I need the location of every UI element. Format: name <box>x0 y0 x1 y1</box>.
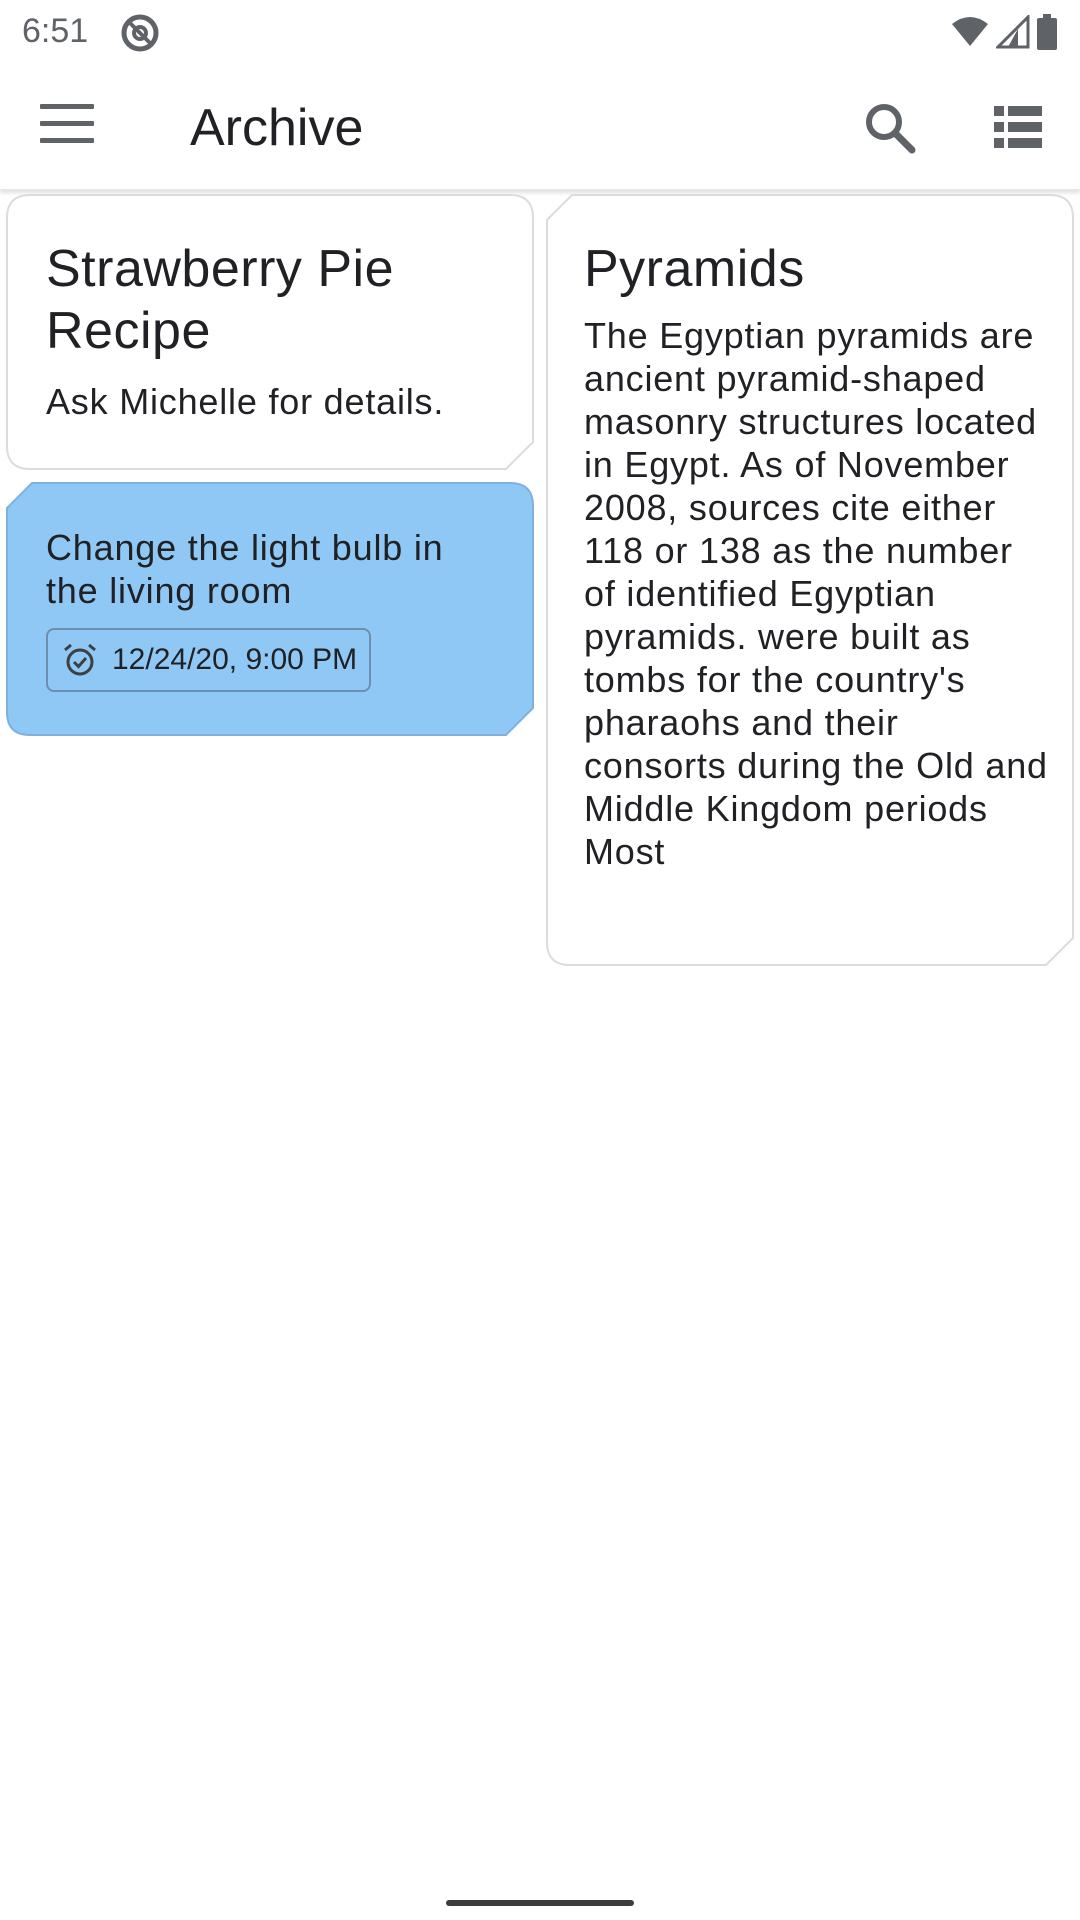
status-time: 6:51 <box>22 12 89 50</box>
note-card[interactable]: Strawberry Pie Recipe Ask Michelle for d… <box>6 194 534 470</box>
note-body: Ask Michelle for details. <box>46 381 445 422</box>
gesture-nav-handle[interactable] <box>446 1900 634 1906</box>
menu-button[interactable] <box>40 104 94 150</box>
signal-icon <box>996 15 1030 49</box>
wifi-icon <box>952 17 988 46</box>
note-title: Pyramids <box>584 240 805 298</box>
dnd-icon <box>121 14 159 52</box>
search-button[interactable] <box>862 100 918 156</box>
app-bar: Archive <box>0 64 1080 190</box>
note-card[interactable]: Pyramids The Egyptian pyramids are ancie… <box>546 194 1074 966</box>
note-title: Strawberry Pie Recipe <box>46 240 394 360</box>
reminder-chip[interactable]: 12/24/20, 9:00 PM <box>46 628 372 692</box>
list-view-icon <box>994 106 1042 148</box>
status-bar: 6:51 <box>0 0 1080 64</box>
note-body: The Egyptian pyramids are ancient pyrami… <box>584 315 1048 872</box>
note-card[interactable]: Change the light bulb in the living room… <box>6 482 534 736</box>
reminder-label: 12/24/20, 9:00 PM <box>112 643 358 676</box>
battery-icon <box>1037 14 1057 50</box>
list-view-button[interactable] <box>992 102 1044 152</box>
search-icon <box>866 104 916 154</box>
page-title: Archive <box>190 99 364 157</box>
status-icons <box>950 12 1058 52</box>
menu-icon <box>40 104 94 143</box>
alarm-icon <box>64 643 96 676</box>
note-body: Change the light bulb in the living room <box>46 527 444 611</box>
